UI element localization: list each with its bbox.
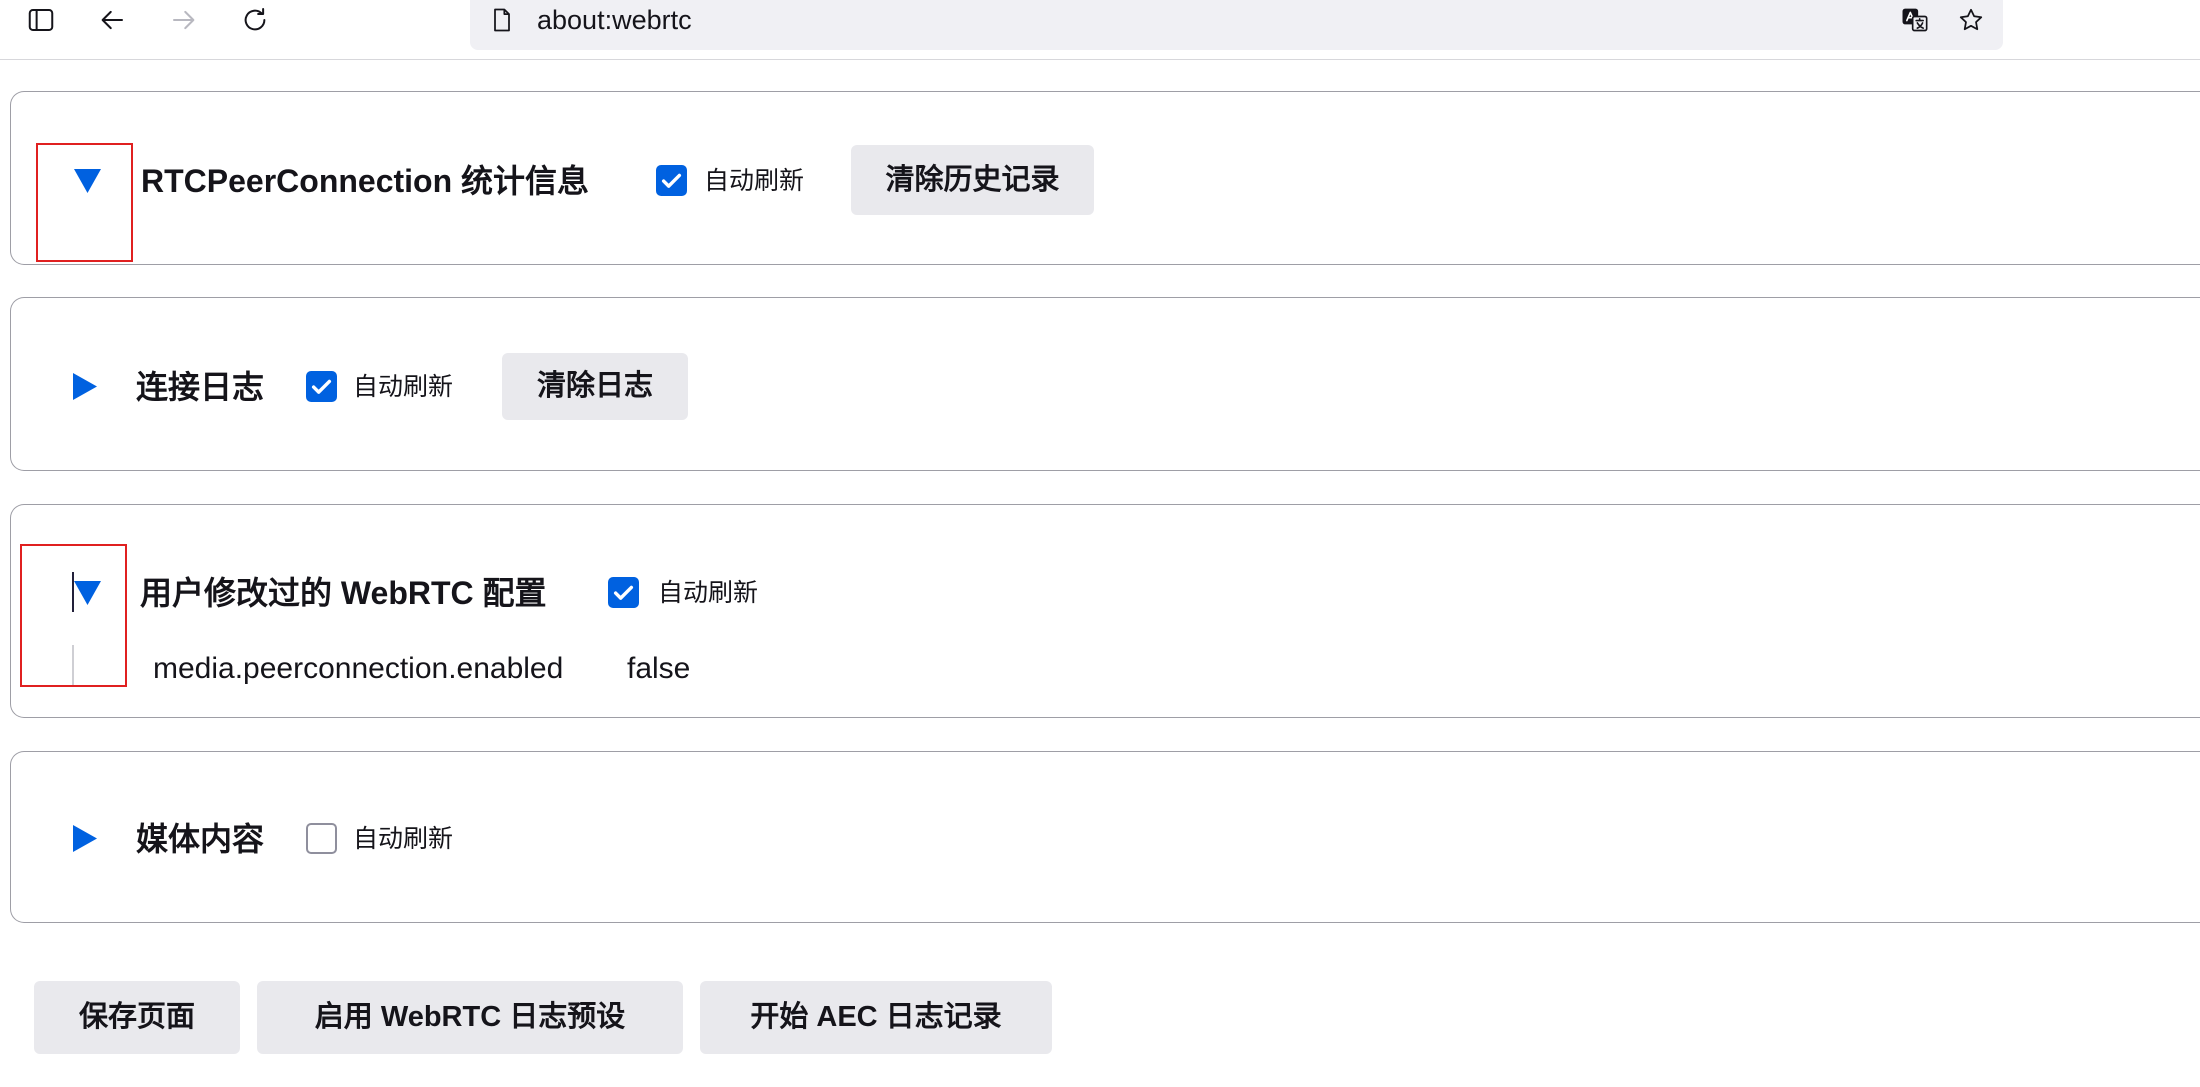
reload-icon bbox=[244, 8, 266, 31]
disclosure-triangle-icon[interactable] bbox=[71, 373, 98, 400]
auto-refresh-label[interactable]: 自动刷新 bbox=[704, 163, 804, 199]
sidebar-icon bbox=[28, 9, 54, 31]
back-arrow-icon bbox=[101, 10, 123, 30]
reload-button[interactable] bbox=[240, 5, 270, 35]
back-button[interactable] bbox=[97, 5, 127, 35]
forward-button[interactable] bbox=[169, 5, 199, 35]
section-media-context: 媒体内容 自动刷新 bbox=[10, 751, 2200, 923]
section-peerconnection-stats: RTCPeerConnection 统计信息 自动刷新 清除历史记录 bbox=[10, 91, 2200, 265]
section-modified-webrtc-prefs: 用户修改过的 WebRTC 配置 自动刷新 media.peerconnecti… bbox=[10, 504, 2200, 718]
pref-name: media.peerconnection.enabled bbox=[153, 652, 564, 685]
annotation-highlight-box bbox=[36, 143, 133, 262]
enable-log-preset-button[interactable]: 启用 WebRTC 日志预设 bbox=[257, 981, 683, 1054]
bookmark-star-icon[interactable] bbox=[1957, 6, 1985, 34]
section-title[interactable]: 媒体内容 bbox=[136, 819, 264, 859]
sidebar-toggle-button[interactable] bbox=[26, 5, 56, 35]
clear-log-button[interactable]: 清除日志 bbox=[502, 353, 688, 420]
disclosure-triangle-icon[interactable] bbox=[71, 825, 98, 852]
pref-value: false bbox=[627, 652, 691, 685]
auto-refresh-checkbox[interactable] bbox=[306, 823, 337, 854]
auto-refresh-label[interactable]: 自动刷新 bbox=[658, 575, 758, 611]
clear-history-button[interactable]: 清除历史记录 bbox=[851, 145, 1094, 215]
auto-refresh-checkbox[interactable] bbox=[306, 371, 337, 402]
page-icon bbox=[488, 6, 516, 34]
section-connection-log: 连接日志 自动刷新 清除日志 bbox=[10, 297, 2200, 471]
auto-refresh-checkbox[interactable] bbox=[656, 165, 687, 196]
section-title[interactable]: 用户修改过的 WebRTC 配置 bbox=[140, 573, 547, 613]
save-page-button[interactable]: 保存页面 bbox=[34, 981, 240, 1054]
annotation-highlight-box bbox=[20, 544, 127, 687]
auto-refresh-checkbox[interactable] bbox=[608, 577, 639, 608]
auto-refresh-label[interactable]: 自动刷新 bbox=[353, 369, 453, 405]
browser-toolbar: about:webrtc bbox=[0, 0, 2200, 60]
section-title[interactable]: RTCPeerConnection 统计信息 bbox=[141, 161, 589, 201]
start-aec-logging-button[interactable]: 开始 AEC 日志记录 bbox=[700, 981, 1052, 1054]
address-bar[interactable]: about:webrtc bbox=[470, 0, 2003, 50]
url-text[interactable]: about:webrtc bbox=[537, 0, 692, 40]
section-title[interactable]: 连接日志 bbox=[136, 367, 264, 407]
translate-icon[interactable] bbox=[1901, 6, 1929, 34]
forward-arrow-icon bbox=[173, 10, 195, 30]
auto-refresh-label[interactable]: 自动刷新 bbox=[353, 821, 453, 857]
